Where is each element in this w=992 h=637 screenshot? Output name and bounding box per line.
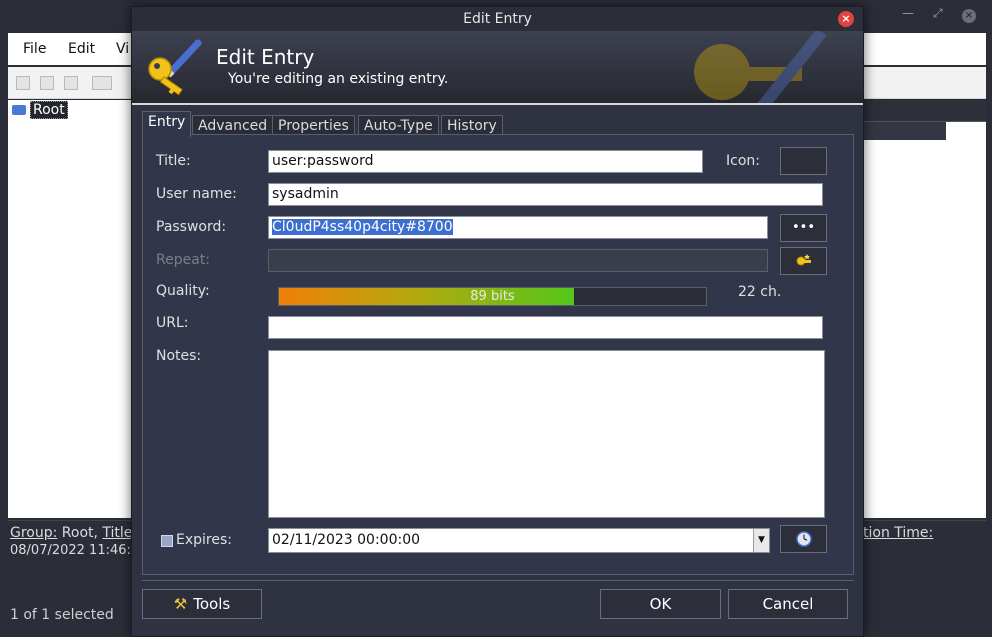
entry-list-row[interactable] bbox=[862, 122, 946, 140]
notes-textarea[interactable] bbox=[268, 350, 825, 518]
banner-subtitle: You're editing an existing entry. bbox=[228, 71, 449, 87]
expires-checkbox[interactable] bbox=[161, 535, 173, 547]
dialog-close-icon[interactable]: × bbox=[838, 11, 854, 27]
save-database-icon[interactable] bbox=[64, 76, 78, 90]
tree-root-label: Root bbox=[30, 101, 68, 119]
icon-label: Icon: bbox=[726, 153, 760, 169]
password-value: Cl0udP4ss40p4city#8700 bbox=[272, 219, 453, 235]
dots-icon: ••• bbox=[791, 220, 815, 235]
tools-icon: ⚒ bbox=[173, 595, 188, 613]
url-field[interactable] bbox=[268, 316, 823, 339]
details-group-label: Group: bbox=[10, 525, 58, 541]
password-quality-text: 89 bits bbox=[470, 289, 515, 304]
tools-button[interactable]: ⚒ Tools bbox=[142, 589, 262, 619]
menu-edit[interactable]: Edit bbox=[68, 41, 95, 57]
key-pencil-icon bbox=[148, 39, 202, 96]
banner-title: Edit Entry bbox=[216, 45, 315, 69]
expires-label: Expires: bbox=[176, 532, 232, 548]
password-field[interactable]: Cl0udP4ss40p4city#8700 bbox=[268, 216, 768, 239]
clock-icon bbox=[795, 530, 812, 547]
entry-list bbox=[862, 100, 986, 518]
group-tree: Root bbox=[8, 100, 132, 518]
ok-button[interactable]: OK bbox=[600, 589, 721, 619]
details-group-value: Root, bbox=[61, 525, 98, 541]
edit-entry-dialog: Edit Entry × Edit Entry You're editing a… bbox=[131, 6, 864, 637]
tab-entry[interactable]: Entry bbox=[142, 111, 192, 137]
maximize-icon[interactable]: ⤢ bbox=[933, 6, 943, 21]
expires-value: 02/11/2023 00:00:00 bbox=[272, 532, 421, 548]
details-time-label: tion Time: bbox=[863, 525, 934, 541]
password-quality-bar: 89 bits bbox=[278, 287, 707, 306]
repeat-password-field[interactable] bbox=[268, 249, 768, 272]
icon-picker-button[interactable] bbox=[780, 147, 827, 175]
menu-file[interactable]: File bbox=[23, 41, 46, 57]
menu-view[interactable]: Vi bbox=[116, 41, 129, 57]
quality-label: Quality: bbox=[156, 283, 210, 299]
password-label: Password: bbox=[156, 219, 227, 235]
key-pencil-watermark-icon bbox=[694, 31, 827, 103]
url-label: URL: bbox=[156, 315, 189, 331]
dialog-window-title: Edit Entry bbox=[463, 11, 532, 27]
dialog-banner: Edit Entry You're editing an existing en… bbox=[132, 31, 863, 105]
entry-list-header bbox=[862, 100, 986, 122]
repeat-label: Repeat: bbox=[156, 252, 210, 268]
details-date: 08/07/2022 11:46:4 bbox=[10, 543, 140, 558]
details-line: Group: Root, Title: bbox=[10, 525, 137, 541]
status-text: 1 of 1 selected bbox=[10, 607, 114, 623]
new-database-icon[interactable] bbox=[16, 76, 30, 90]
username-field[interactable]: sysadmin bbox=[268, 183, 823, 206]
add-entry-icon[interactable] bbox=[92, 76, 112, 90]
main-close-icon[interactable]: × bbox=[962, 9, 976, 23]
open-database-icon[interactable] bbox=[40, 76, 54, 90]
minimize-icon[interactable]: — bbox=[902, 6, 914, 20]
generate-password-button[interactable] bbox=[780, 247, 827, 275]
dialog-separator bbox=[142, 580, 854, 581]
dialog-titlebar: Edit Entry × bbox=[132, 7, 863, 31]
tree-root-group[interactable]: Root bbox=[12, 101, 68, 119]
expiry-presets-button[interactable] bbox=[780, 525, 827, 553]
cancel-button[interactable]: Cancel bbox=[728, 589, 848, 619]
username-label: User name: bbox=[156, 186, 237, 202]
folder-icon bbox=[12, 105, 26, 115]
title-field[interactable]: user:password bbox=[268, 150, 703, 173]
chevron-down-icon[interactable]: ▼ bbox=[753, 529, 769, 552]
notes-label: Notes: bbox=[156, 348, 202, 364]
tools-button-label: Tools bbox=[193, 595, 231, 613]
expires-datetime-field[interactable]: 02/11/2023 00:00:00 ▼ bbox=[268, 528, 770, 553]
entry-tab-panel: Title: user:password Icon: User name: sy… bbox=[142, 134, 854, 575]
title-label: Title: bbox=[156, 153, 191, 169]
password-generator-icon bbox=[796, 253, 811, 265]
left-edge bbox=[0, 100, 8, 520]
reveal-password-button[interactable]: ••• bbox=[780, 214, 827, 242]
password-length: 22 ch. bbox=[738, 284, 782, 300]
